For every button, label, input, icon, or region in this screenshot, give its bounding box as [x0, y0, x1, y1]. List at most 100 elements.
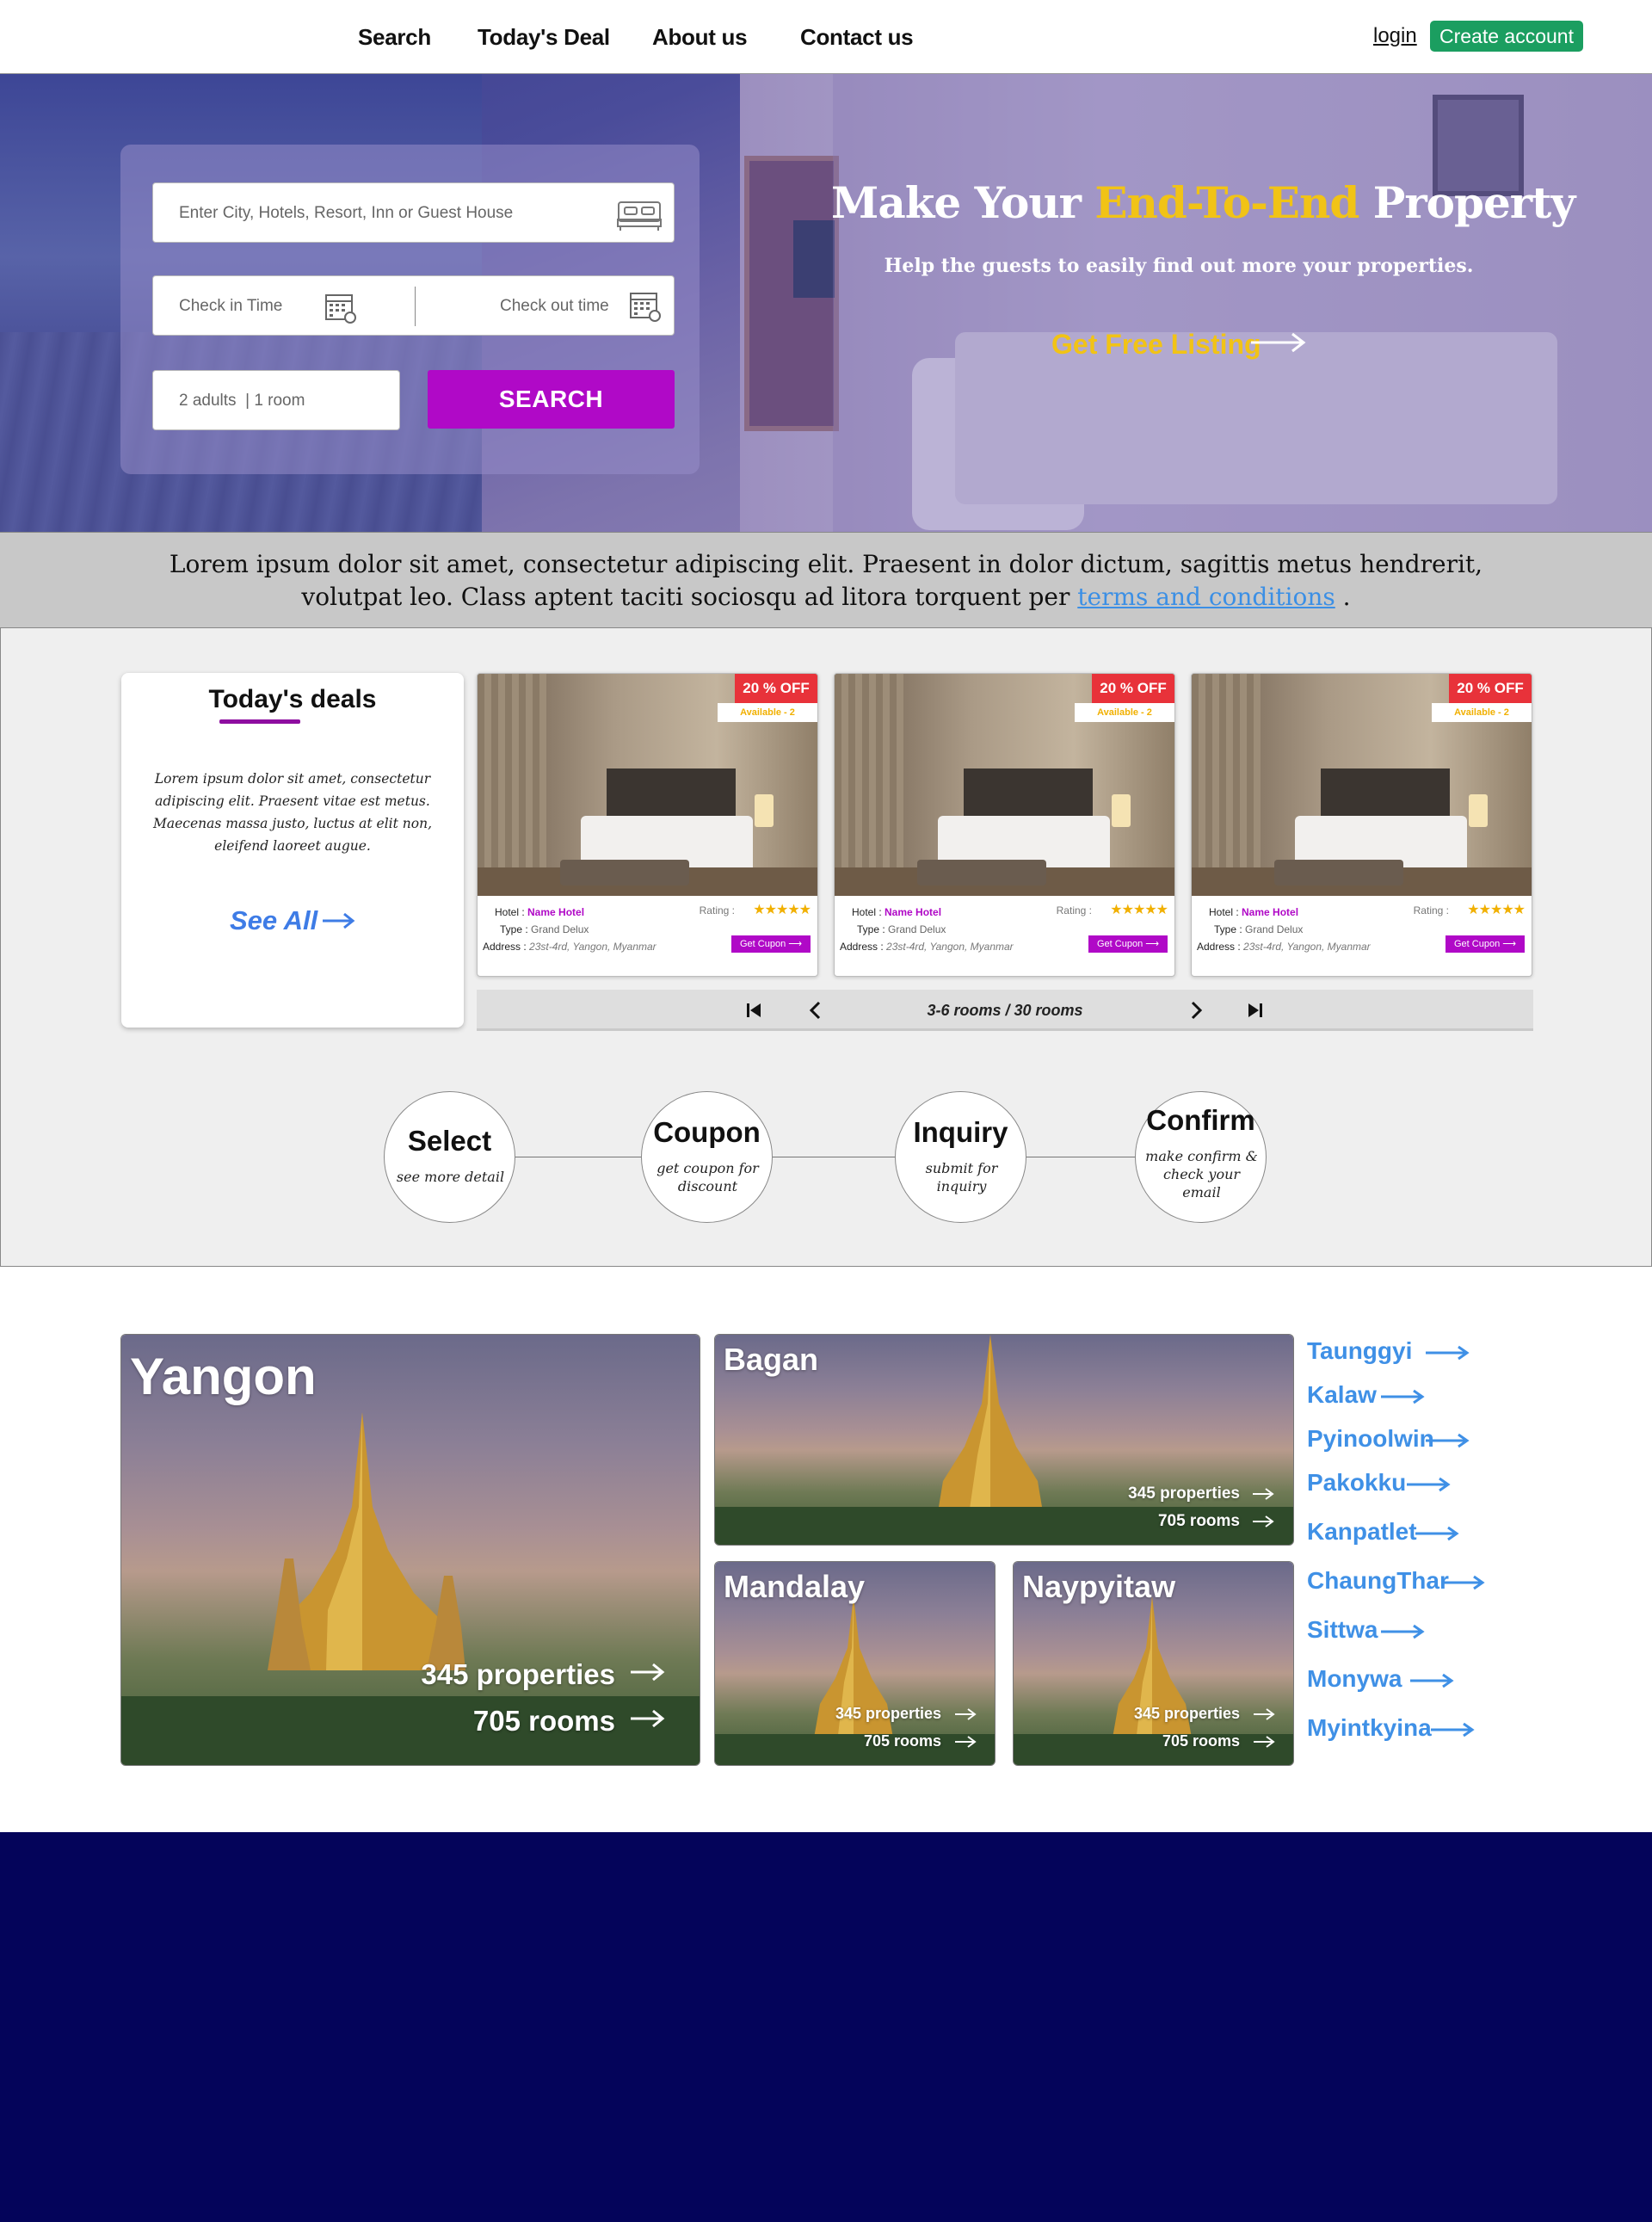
step-title: Confirm	[1146, 1104, 1255, 1136]
search-box: Enter City, Hotels, Resort, Inn or Guest…	[120, 145, 700, 474]
info-end: .	[1335, 583, 1351, 611]
arrow-right-icon[interactable]	[1440, 1574, 1485, 1591]
city-link-kalaw[interactable]: Kalaw	[1307, 1381, 1377, 1409]
city-link-taunggyi[interactable]: Taunggyi	[1307, 1337, 1412, 1365]
nav-search[interactable]: Search	[358, 24, 431, 51]
arrow-right-icon[interactable]	[1252, 1486, 1274, 1502]
arrow-right-icon[interactable]	[954, 1707, 977, 1722]
search-button[interactable]: SEARCH	[428, 370, 675, 429]
arrow-right-icon[interactable]	[1409, 1672, 1454, 1689]
hotel-name-line: Hotel : Name Hotel	[495, 906, 585, 918]
discount-badge: 20 % OFF	[1092, 674, 1174, 703]
city-link-chaungthar[interactable]: ChaungThar	[1307, 1567, 1449, 1595]
footer	[0, 1832, 1652, 2222]
hero-title-highlight: End-To-End	[1094, 177, 1359, 228]
hotel-name[interactable]: Name Hotel	[527, 906, 584, 918]
hotel-name[interactable]: Name Hotel	[885, 906, 941, 918]
arrow-right-icon[interactable]	[1380, 1623, 1425, 1640]
step-confirm: Confirm make confirm & check your email	[1135, 1091, 1267, 1223]
step-title: Coupon	[653, 1116, 761, 1148]
arrow-right-icon[interactable]	[1430, 1721, 1475, 1738]
city-link-sittwa[interactable]: Sittwa	[1307, 1616, 1378, 1644]
last-page-icon[interactable]	[1245, 1000, 1266, 1021]
discount-badge: 20 % OFF	[1449, 674, 1532, 703]
deals-intro-card: Today's deals Lorem ipsum dolor sit amet…	[121, 673, 464, 1028]
nav-contact-us[interactable]: Contact us	[800, 24, 914, 51]
deal-card[interactable]: 20 % OFF Available - 2 Hotel : Name Hote…	[1191, 673, 1532, 977]
step-select: Select see more detail	[384, 1091, 515, 1223]
arrow-right-icon[interactable]	[1253, 1707, 1275, 1722]
hero-title-part1: Make Your	[831, 177, 1095, 228]
see-all-link[interactable]: See All	[230, 905, 317, 936]
login-link[interactable]: login	[1373, 24, 1417, 48]
arrow-right-icon[interactable]	[1415, 1525, 1459, 1542]
arrow-right-icon[interactable]	[321, 910, 355, 931]
arrow-right-icon[interactable]	[1253, 1734, 1275, 1750]
deals-description: Lorem ipsum dolor sit amet, consectetur …	[153, 771, 432, 854]
date-range-input[interactable]: Check in Time Check out time	[152, 275, 675, 336]
hero-window-image	[793, 220, 835, 298]
get-coupon-button[interactable]: Get Cupon ⟶	[1446, 935, 1525, 953]
room-type-line: Type : Grand Delux	[1214, 923, 1304, 935]
deal-card[interactable]: 20 % OFF Available - 2 Hotel : Name Hote…	[477, 673, 818, 977]
arrow-right-icon[interactable]	[1252, 1514, 1274, 1529]
create-account-button[interactable]: Create account	[1430, 21, 1583, 52]
get-coupon-button[interactable]: Get Cupon ⟶	[1088, 935, 1168, 953]
city-card-mandalay[interactable]: Mandalay 345 properties 705 rooms	[714, 1561, 996, 1766]
arrow-right-icon[interactable]	[1380, 1388, 1425, 1405]
guests-rooms-input[interactable]: 2 adults | 1 room	[152, 370, 400, 430]
check-in-field[interactable]: Check in Time	[179, 297, 282, 316]
hero-subtitle: Help the guests to easily find out more …	[884, 255, 1474, 277]
pagoda-image	[268, 1412, 465, 1670]
check-out-field[interactable]: Check out time	[500, 297, 609, 316]
room-count: 705 rooms	[1157, 1512, 1240, 1530]
availability-badge: Available - 2	[1432, 703, 1532, 722]
nav-todays-deal[interactable]: Today's Deal	[478, 24, 610, 51]
rating-label: Rating :	[699, 904, 735, 917]
info-strip: Lorem ipsum dolor sit amet, consectetur …	[0, 532, 1652, 628]
guests-rooms-value: 2 adults | 1 room	[179, 392, 305, 410]
hero-banner: Enter City, Hotels, Resort, Inn or Guest…	[0, 74, 1652, 532]
step-inquiry: Inquiry submit for inquiry	[895, 1091, 1026, 1223]
step-description: get coupon for discount	[656, 1160, 759, 1194]
address-line: Address : 23st-4rd, Yangon, Myanmar	[483, 941, 656, 953]
get-free-listing-link[interactable]: Get Free Listing	[1051, 329, 1261, 361]
bed-icon	[617, 201, 662, 231]
arrow-right-icon[interactable]	[629, 1707, 665, 1731]
step-coupon: Coupon get coupon for discount	[641, 1091, 773, 1223]
destination-input[interactable]: Enter City, Hotels, Resort, Inn or Guest…	[152, 182, 675, 243]
discount-badge: 20 % OFF	[735, 674, 817, 703]
step-title: Inquiry	[913, 1116, 1008, 1148]
address-line: Address : 23st-4rd, Yangon, Myanmar	[840, 941, 1014, 953]
hero-title-part2: Property	[1359, 177, 1576, 228]
step-title: Select	[407, 1125, 492, 1157]
arrow-right-icon[interactable]	[1425, 1344, 1470, 1361]
hotel-name[interactable]: Name Hotel	[1242, 906, 1298, 918]
calendar-icon[interactable]	[628, 288, 663, 323]
arrow-right-icon[interactable]	[954, 1734, 977, 1750]
city-card-bagan[interactable]: Bagan 345 properties 705 rooms	[714, 1334, 1294, 1546]
arrow-right-icon[interactable]	[1249, 330, 1306, 355]
date-divider	[415, 287, 416, 326]
arrow-right-icon[interactable]	[1406, 1476, 1451, 1493]
step-description: make confirm & check your email	[1145, 1148, 1258, 1200]
city-link-monywa[interactable]: Monywa	[1307, 1665, 1402, 1693]
nav-about-us[interactable]: About us	[652, 24, 748, 51]
city-card-naypyitaw[interactable]: Naypyitaw 345 properties 705 rooms	[1013, 1561, 1294, 1766]
city-link-pyinoolwin[interactable]: Pyinoolwin	[1307, 1425, 1434, 1453]
next-page-icon[interactable]	[1186, 1000, 1206, 1021]
terms-link[interactable]: terms and conditions	[1077, 583, 1335, 611]
arrow-right-icon[interactable]	[629, 1660, 665, 1684]
city-link-myintkyina[interactable]: Myintkyina	[1307, 1714, 1432, 1742]
deals-section: Today's deals Lorem ipsum dolor sit amet…	[0, 628, 1652, 1267]
step-description: submit for inquiry	[925, 1160, 998, 1194]
get-coupon-button[interactable]: Get Cupon ⟶	[731, 935, 811, 953]
city-card-yangon[interactable]: Yangon 345 properties 705 rooms	[120, 1334, 700, 1766]
top-navbar: Search Today's Deal About us Contact us …	[0, 0, 1652, 74]
arrow-right-icon[interactable]	[1425, 1432, 1470, 1449]
calendar-icon[interactable]	[324, 290, 358, 324]
city-link-kanpatlet[interactable]: Kanpatlet	[1307, 1518, 1417, 1546]
deal-card[interactable]: 20 % OFF Available - 2 Hotel : Name Hote…	[834, 673, 1175, 977]
city-link-pakokku[interactable]: Pakokku	[1307, 1469, 1406, 1497]
hotel-name-line: Hotel : Name Hotel	[1209, 906, 1299, 918]
